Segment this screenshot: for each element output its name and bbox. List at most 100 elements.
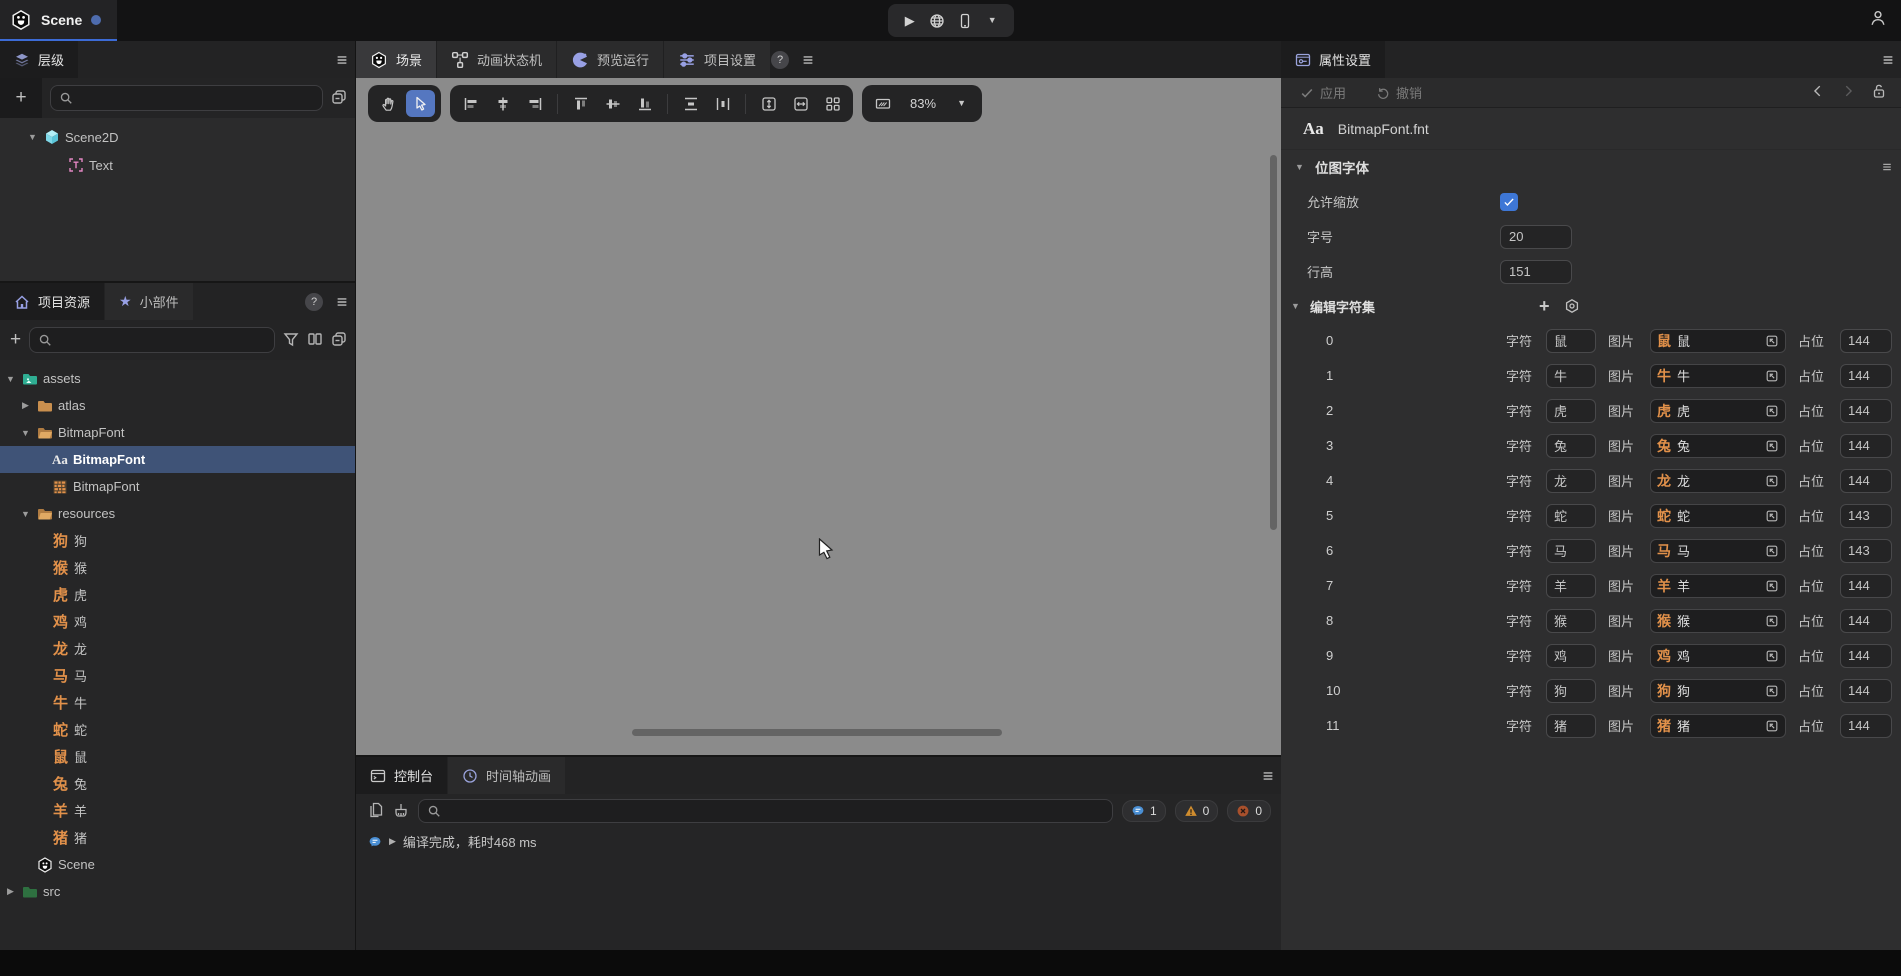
image-reference-field[interactable]: 马 马 — [1650, 538, 1786, 563]
image-reference-field[interactable]: 羊 羊 — [1650, 573, 1786, 598]
assets-help-button[interactable]: ? — [305, 292, 323, 311]
asset-item[interactable]: ▼ resources — [0, 500, 355, 527]
placeholder-input[interactable] — [1840, 433, 1892, 458]
picker-icon[interactable] — [1765, 579, 1779, 593]
window-tab-scene[interactable]: Scene — [0, 0, 118, 41]
hierarchy-search[interactable] — [50, 85, 323, 111]
char-input[interactable] — [1546, 433, 1596, 458]
image-reference-field[interactable]: 虎 虎 — [1650, 398, 1786, 423]
char-input[interactable] — [1546, 398, 1596, 423]
assets-search[interactable] — [29, 327, 275, 353]
asset-item[interactable]: ▼ BitmapFont — [0, 419, 355, 446]
picker-icon[interactable] — [1765, 544, 1779, 558]
picker-icon[interactable] — [1765, 684, 1779, 698]
scene-canvas[interactable]: 83% ▼ — [356, 78, 1281, 755]
section-expander-icon[interactable]: ▼ — [1293, 162, 1306, 172]
asset-item[interactable]: 虎 虎 — [0, 581, 355, 608]
image-reference-field[interactable]: 鼠 鼠 — [1650, 328, 1786, 353]
add-node-button[interactable]: + — [0, 78, 42, 118]
align-middle-button[interactable] — [598, 90, 627, 117]
char-input[interactable] — [1546, 713, 1596, 738]
picker-icon[interactable] — [1765, 719, 1779, 733]
asset-item[interactable]: 猪 猪 — [0, 824, 355, 851]
expander-icon[interactable]: ▶ — [4, 886, 17, 897]
charset-settings-button[interactable] — [1564, 298, 1580, 314]
expander-icon[interactable]: ▼ — [4, 374, 17, 384]
device-preview-button[interactable] — [953, 9, 977, 33]
hierarchy-node[interactable]: Text — [0, 151, 355, 179]
image-reference-field[interactable]: 狗 狗 — [1650, 678, 1786, 703]
placeholder-input[interactable] — [1840, 503, 1892, 528]
asset-item[interactable]: 鸡 鸡 — [0, 608, 355, 635]
preview-options-dropdown[interactable]: ▼ — [980, 9, 1004, 33]
asset-item[interactable]: 羊 羊 — [0, 797, 355, 824]
asset-item[interactable]: Aa BitmapFont — [0, 446, 355, 473]
info-count-badge[interactable]: 1 — [1121, 800, 1166, 822]
placeholder-input[interactable] — [1840, 468, 1892, 493]
expander-icon[interactable]: ▶ — [19, 400, 32, 411]
fit-height-button[interactable] — [754, 90, 783, 117]
console-search-input[interactable] — [447, 803, 1104, 819]
error-count-badge[interactable]: 0 — [1227, 800, 1271, 822]
expander-icon[interactable]: ▼ — [19, 509, 32, 519]
console-menu-button[interactable] — [1255, 757, 1281, 794]
char-input[interactable] — [1546, 503, 1596, 528]
asset-item[interactable]: 马 马 — [0, 662, 355, 689]
scene-help-button[interactable]: ? — [771, 50, 790, 69]
tab-hierarchy[interactable]: 层级 — [0, 41, 79, 78]
distribute-vertical-button[interactable] — [676, 90, 705, 117]
asset-item[interactable]: ▼ assets — [0, 365, 355, 392]
image-reference-field[interactable]: 牛 牛 — [1650, 363, 1786, 388]
image-reference-field[interactable]: 猴 猴 — [1650, 608, 1786, 633]
placeholder-input[interactable] — [1840, 643, 1892, 668]
hierarchy-node[interactable]: ▼ Scene2D — [0, 123, 355, 151]
pan-tool-button[interactable] — [374, 90, 403, 117]
picker-icon[interactable] — [1765, 369, 1779, 383]
font-size-input[interactable] — [1500, 224, 1572, 249]
log-entry[interactable]: ▶ 编译完成，耗时468 ms — [356, 828, 1281, 851]
tab-project-assets[interactable]: 项目资源 — [0, 283, 105, 320]
lock-button[interactable] — [1871, 83, 1887, 102]
asset-item[interactable]: 猴 猴 — [0, 554, 355, 581]
scene-view-tab[interactable]: 动画状态机 — [437, 41, 557, 78]
vertical-scrollbar[interactable] — [1270, 155, 1277, 530]
asset-item[interactable]: 鼠 鼠 — [0, 743, 355, 770]
placeholder-input[interactable] — [1840, 608, 1892, 633]
assets-search-input[interactable] — [58, 332, 266, 348]
log-expander-icon[interactable]: ▶ — [389, 836, 396, 847]
tab-widgets[interactable]: ★ 小部件 — [105, 283, 193, 320]
align-right-button[interactable] — [520, 90, 549, 117]
select-tool-button[interactable] — [406, 90, 435, 117]
align-left-button[interactable] — [456, 90, 485, 117]
tab-properties[interactable]: 属性设置 — [1281, 41, 1386, 78]
filter-button[interactable] — [283, 331, 299, 350]
char-input[interactable] — [1546, 468, 1596, 493]
picker-icon[interactable] — [1765, 474, 1779, 488]
asset-item[interactable]: 龙 龙 — [0, 635, 355, 662]
asset-item[interactable]: ▶ atlas — [0, 392, 355, 419]
asset-item[interactable]: 蛇 蛇 — [0, 716, 355, 743]
horizontal-scrollbar[interactable] — [632, 729, 1002, 736]
placeholder-input[interactable] — [1840, 363, 1892, 388]
picker-icon[interactable] — [1765, 439, 1779, 453]
placeholder-input[interactable] — [1840, 678, 1892, 703]
asset-item[interactable]: 牛 牛 — [0, 689, 355, 716]
zoom-dropdown[interactable]: ▼ — [947, 90, 976, 117]
align-center-button[interactable] — [488, 90, 517, 117]
charset-section-header[interactable]: ▼ 编辑字符集 + — [1281, 289, 1901, 323]
asset-item[interactable]: 狗 狗 — [0, 527, 355, 554]
placeholder-input[interactable] — [1840, 328, 1892, 353]
tab-timeline-animation[interactable]: 时间轴动画 — [448, 757, 566, 794]
char-input[interactable] — [1546, 608, 1596, 633]
copy-log-button[interactable] — [368, 802, 384, 821]
char-input[interactable] — [1546, 678, 1596, 703]
nav-forward-button[interactable] — [1841, 84, 1855, 101]
distribute-horizontal-button[interactable] — [708, 90, 737, 117]
bitmap-font-section-header[interactable]: ▼ 位图字体 — [1281, 150, 1901, 184]
placeholder-input[interactable] — [1840, 538, 1892, 563]
allow-scale-checkbox[interactable] — [1500, 192, 1518, 211]
placeholder-input[interactable] — [1840, 713, 1892, 738]
align-top-button[interactable] — [566, 90, 595, 117]
warning-count-badge[interactable]: 0 — [1174, 800, 1219, 822]
tab-console[interactable]: 控制台 — [356, 757, 448, 794]
